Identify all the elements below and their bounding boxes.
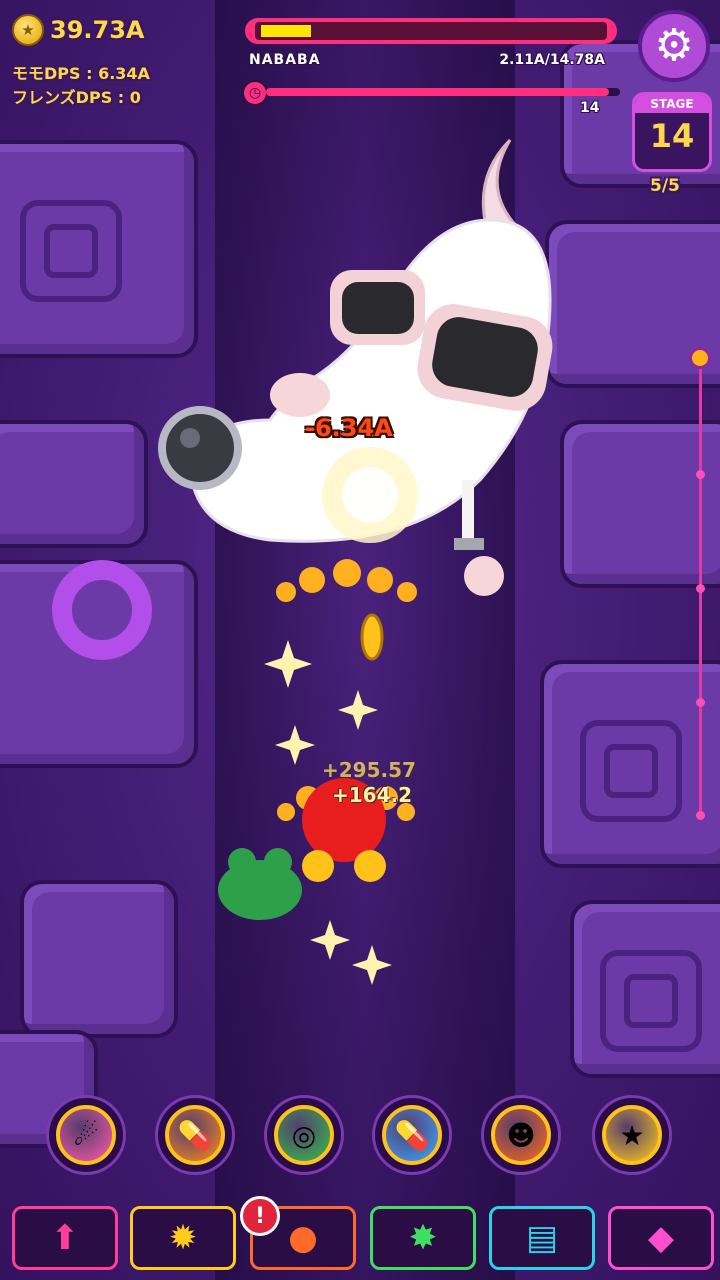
coin-drop xyxy=(360,613,384,661)
timer-icon: ◷ xyxy=(242,80,268,106)
boss-hp-fill xyxy=(261,25,312,37)
bullet-cluster-upper xyxy=(276,559,417,602)
gold-coin-icon: ★ xyxy=(602,1105,662,1165)
stage-progress-dot xyxy=(696,698,705,707)
scroll-icon: ▤ xyxy=(525,1218,559,1258)
stage-progress-marker xyxy=(689,347,711,369)
gear-icon: ⚙ xyxy=(654,20,694,71)
boss-timer-bar xyxy=(266,88,620,96)
rainbow-meteor-icon: ☄ xyxy=(56,1105,116,1165)
boss-hp-bar xyxy=(245,18,617,44)
rock xyxy=(560,420,720,588)
skill-button-4[interactable]: 💊 xyxy=(372,1095,452,1175)
skill-button-5[interactable]: ☻ xyxy=(481,1095,561,1175)
joystick-ring[interactable] xyxy=(52,560,152,660)
damage-number: -6.34A xyxy=(305,414,393,442)
sun-burst-icon: ✹ xyxy=(168,1218,198,1258)
blue-capsule-icon: 💊 xyxy=(382,1105,442,1165)
nav-button-4[interactable]: ✸ xyxy=(370,1206,476,1270)
boss-timer-fill xyxy=(266,88,610,96)
momo-dps-label: モモDPS : 6.34A xyxy=(12,64,150,83)
stage-label: STAGE xyxy=(635,95,709,113)
nav-button-2[interactable]: ✹ xyxy=(130,1206,236,1270)
bomb-character-icon: ● xyxy=(288,1218,318,1258)
friend-frog xyxy=(218,848,302,920)
skill-button-6[interactable]: ★ xyxy=(592,1095,672,1175)
heal-number: +295.57 xyxy=(322,758,416,782)
stage-indicator: STAGE 14 xyxy=(632,92,712,172)
spiral-carving xyxy=(20,200,122,302)
stage-progress-dot xyxy=(696,584,705,593)
skill-button-2[interactable]: 💊 xyxy=(155,1095,235,1175)
boss-hp-text: 2.11A/14.78A xyxy=(499,52,605,68)
stage-number: 14 xyxy=(649,117,695,155)
stage-progress-dot xyxy=(696,811,705,820)
boss-nababa[interactable] xyxy=(150,120,570,610)
nav-button-1[interactable]: ⬆ xyxy=(12,1206,118,1270)
coin-counter: ★ 39.73A xyxy=(12,14,145,46)
heal-number: +164.2 xyxy=(332,783,413,807)
coin-icon: ★ xyxy=(12,14,44,46)
skill-button-1[interactable]: ☄ xyxy=(46,1095,126,1175)
nav-button-5[interactable]: ▤ xyxy=(489,1206,595,1270)
rock xyxy=(0,420,148,548)
bottom-nav: ⬆ ✹ ● ✸ ▤ ◆ xyxy=(0,1196,720,1280)
target-scope-icon: ◎ xyxy=(274,1105,334,1165)
friends-dps-label: フレンズDPS : 0 xyxy=(12,88,141,107)
coin-value: 39.73A xyxy=(50,16,145,44)
rock xyxy=(20,880,178,1038)
boss-name: NABABA xyxy=(249,52,321,68)
settings-button[interactable]: ⚙ xyxy=(638,10,710,82)
skill-bar: ☄ 💊 ◎ 💊 ☻ ★ xyxy=(0,1095,720,1185)
alert-badge: ! xyxy=(240,1196,280,1236)
stage-progress-dot xyxy=(696,470,705,479)
fire-capsule-icon: 💊 xyxy=(165,1105,225,1165)
spiral-carving xyxy=(600,950,702,1052)
boss-timer-value: 14 xyxy=(580,100,600,116)
upgrade-cannon-icon: ⬆ xyxy=(50,1218,80,1258)
spiral-carving xyxy=(580,720,682,822)
green-splash-icon: ✸ xyxy=(408,1218,438,1258)
skill-button-3[interactable]: ◎ xyxy=(264,1095,344,1175)
pumpkin-ghost-icon: ☻ xyxy=(491,1105,551,1165)
nav-button-6[interactable]: ◆ xyxy=(608,1206,714,1270)
stage-progress: 5/5 xyxy=(650,176,680,196)
boss-cannon xyxy=(158,406,242,490)
boss-nose xyxy=(270,373,330,417)
glasses-left-lens xyxy=(342,282,414,334)
gem-shop-icon: ◆ xyxy=(647,1218,675,1258)
